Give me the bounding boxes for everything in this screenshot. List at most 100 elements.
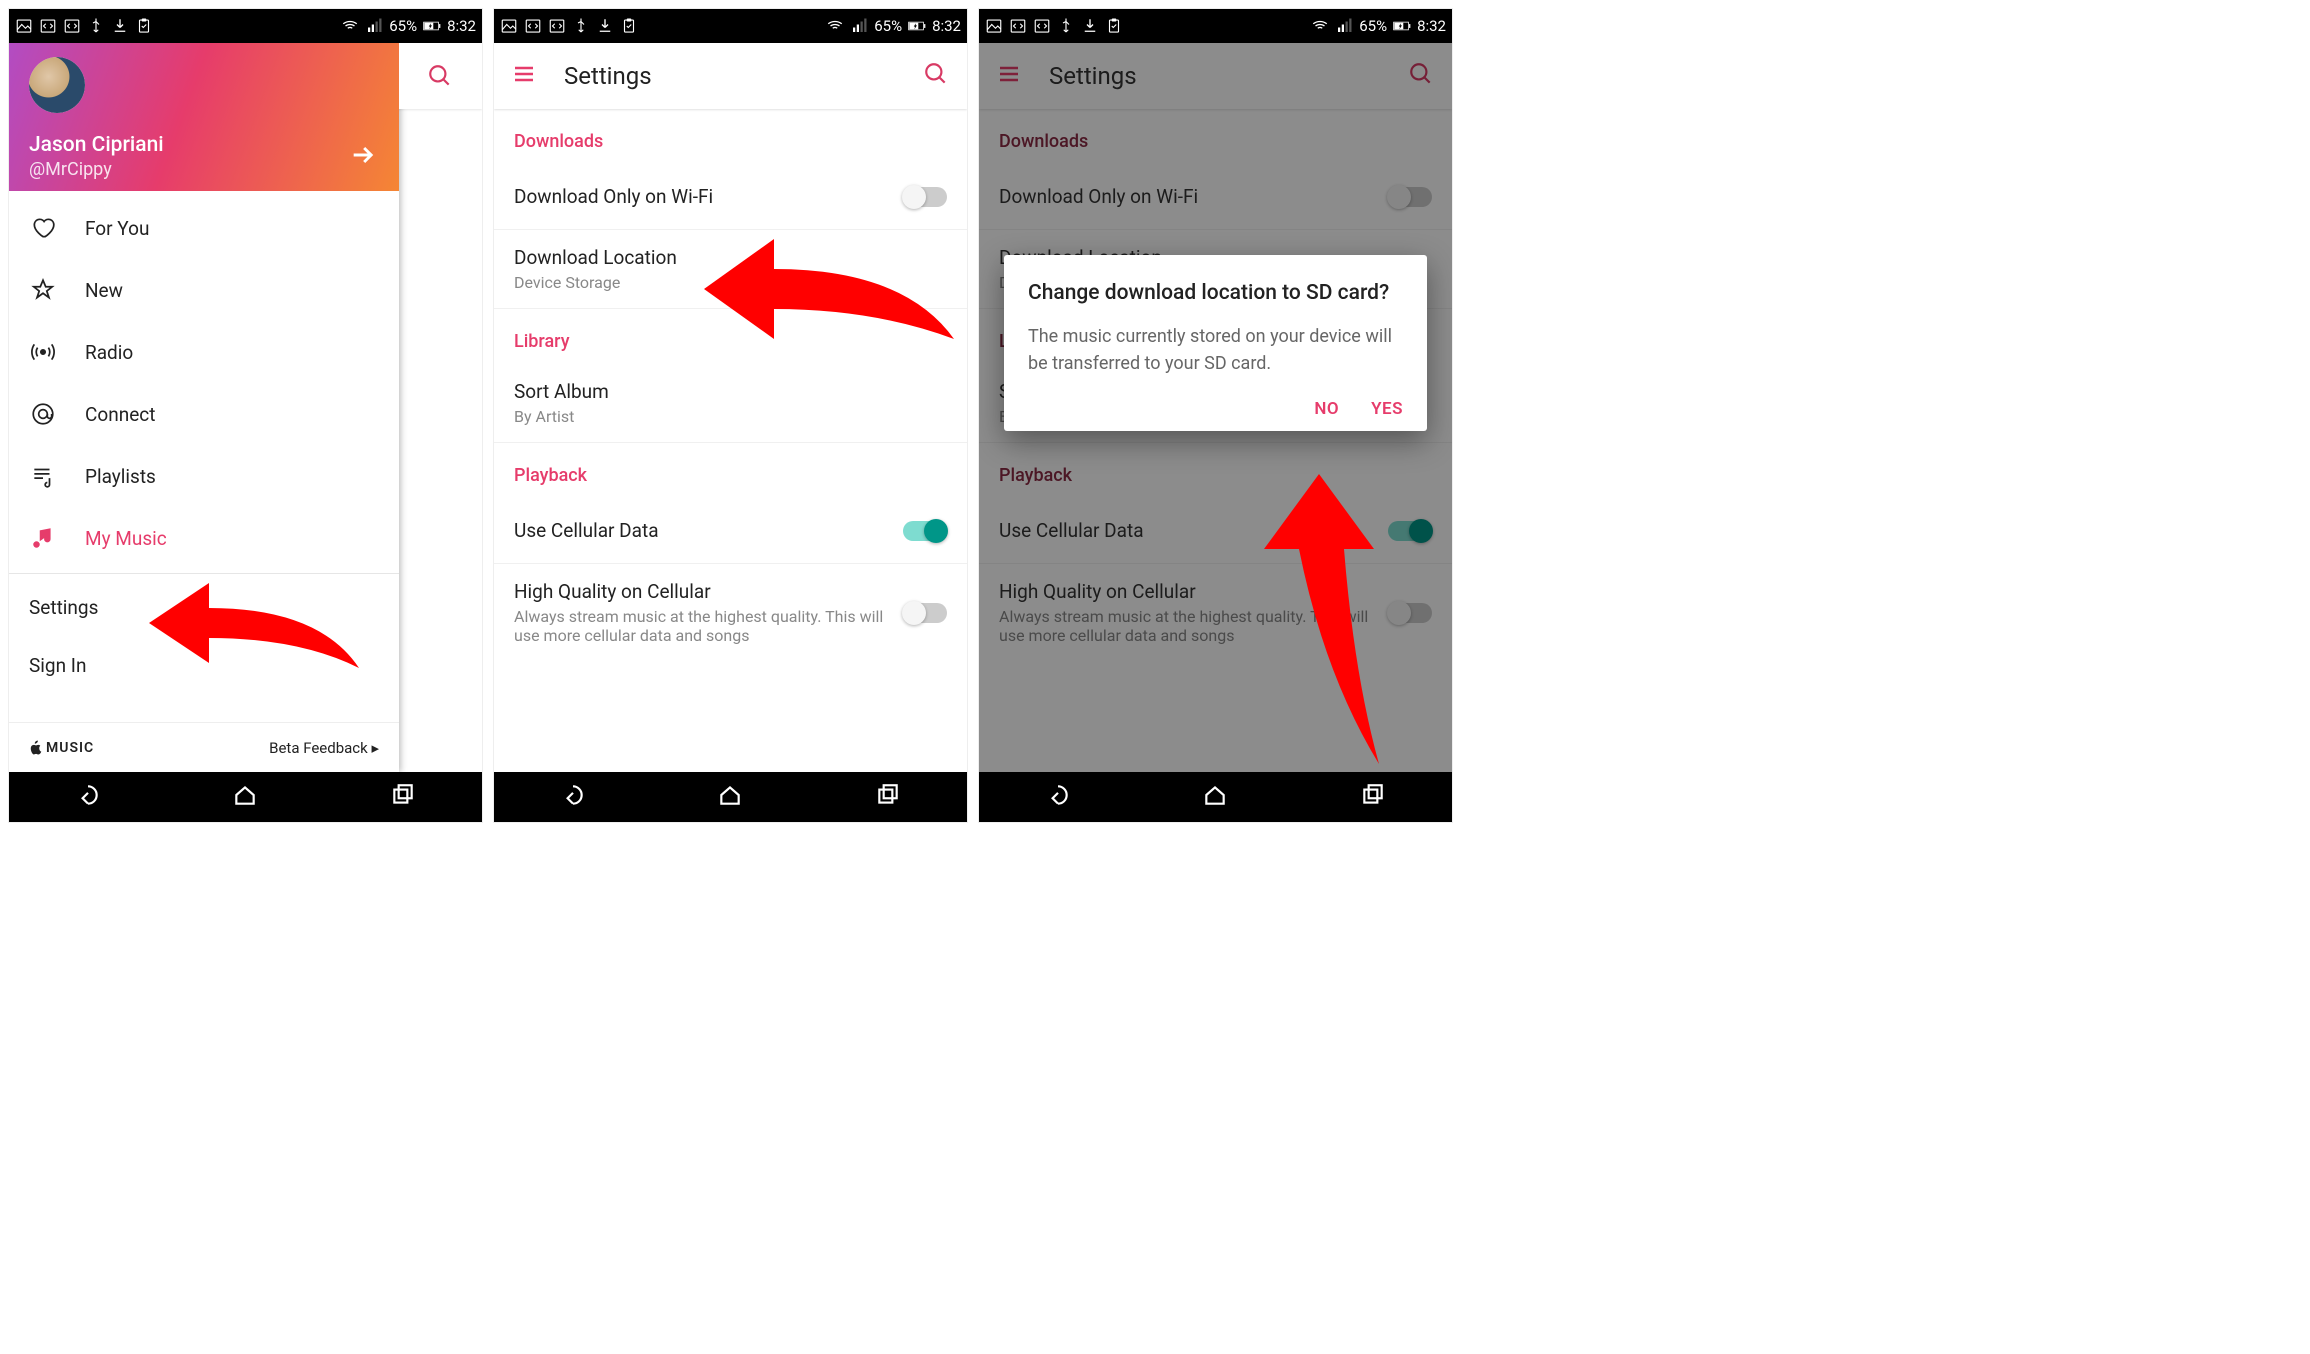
nav-item-my-music[interactable]: My Music [9,507,399,569]
radio-icon [29,338,57,366]
recents-button[interactable] [390,782,416,812]
code-notif-icon-2 [63,17,81,35]
recents-button[interactable] [1360,782,1386,812]
nav-item-for-you[interactable]: For You [9,197,399,259]
setting-title: Sort Album [514,380,947,403]
status-bar: 65% 8:32 [494,9,967,43]
setting-title: Download Only on Wi-Fi [514,185,903,208]
dialog-title: Change download location to SD card? [1028,279,1403,307]
setting-hq-cellular[interactable]: High Quality on Cellular Always stream m… [494,564,967,661]
back-button[interactable] [75,782,101,812]
wifi-icon [826,17,844,35]
nav-label: Connect [85,403,155,426]
section-header-playback: Playback [494,443,967,498]
profile-header[interactable]: Jason Cipriani @MrCippy [9,43,399,191]
nav-label: New [85,279,123,302]
setting-sort-album[interactable]: Sort Album By Artist [494,364,967,443]
nav-label: Settings [29,596,98,619]
download-notif-icon [111,17,129,35]
battery-icon [423,17,441,35]
battery-percent-text: 65% [389,17,417,35]
setting-download-location[interactable]: Download Location Device Storage [494,230,967,309]
profile-name: Jason Cipriani [29,133,379,157]
apple-music-brand: MUSIC [29,740,94,756]
status-bar: 65% 8:32 [979,9,1452,43]
soft-nav-bar [494,772,967,822]
nav-drawer: Jason Cipriani @MrCippy For You New Radi… [9,43,399,772]
setting-sub: By Artist [514,407,947,426]
home-button[interactable] [232,782,258,812]
setting-use-cellular[interactable]: Use Cellular Data [494,498,967,564]
music-note-icon [29,524,57,552]
nav-label: For You [85,217,149,240]
recents-button[interactable] [875,782,901,812]
code-notif-icon [39,17,57,35]
confirm-dialog: Change download location to SD card? The… [1004,255,1427,431]
drawer-footer: MUSIC Beta Feedback ▸ [9,722,399,772]
dialog-yes-button[interactable]: YES [1371,399,1403,419]
home-button[interactable] [1202,782,1228,812]
drawer-area: Jason Cipriani @MrCippy For You New Radi… [9,43,482,772]
wifi-icon [341,17,359,35]
toggle-switch[interactable] [903,187,947,207]
search-icon [427,63,453,89]
background-search[interactable] [397,43,482,109]
app-bar: Settings [494,43,967,109]
dialog-no-button[interactable]: NO [1314,399,1339,419]
nav-label: Radio [85,341,133,364]
code-notif-icon-2 [548,17,566,35]
setting-title: Download Location [514,246,947,269]
page-title: Settings [564,62,895,90]
nav-item-playlists[interactable]: Playlists [9,445,399,507]
nav-label: My Music [85,527,167,550]
setting-title: High Quality on Cellular [514,580,903,603]
code-notif-icon [524,17,542,35]
nav-item-radio[interactable]: Radio [9,321,399,383]
battery-icon [908,17,926,35]
usb-icon [572,17,590,35]
beta-feedback-link[interactable]: Beta Feedback ▸ [269,739,379,757]
toggle-switch[interactable] [903,603,947,623]
nav-label: Playlists [85,465,156,488]
screenshot-panel-2: 65% 8:32 Settings Downloads Download Onl… [493,8,968,823]
download-notif-icon [596,17,614,35]
brand-text: MUSIC [46,740,94,756]
hamburger-menu-button[interactable] [512,62,536,90]
section-header-library: Library [494,309,967,364]
image-notif-icon [500,17,518,35]
setting-download-wifi-only[interactable]: Download Only on Wi-Fi [494,164,967,230]
status-time: 8:32 [1417,17,1446,35]
search-button[interactable] [923,61,949,91]
back-button[interactable] [560,782,586,812]
status-time: 8:32 [447,17,476,35]
home-button[interactable] [717,782,743,812]
star-icon [29,276,57,304]
image-notif-icon [985,17,1003,35]
setting-sub: Device Storage [514,273,947,292]
signal-icon [850,17,868,35]
battery-icon [1393,17,1411,35]
signal-icon [1335,17,1353,35]
battery-percent-text: 65% [1359,17,1387,35]
settings-list[interactable]: Downloads Download Only on Wi-Fi Downloa… [494,109,967,772]
toggle-switch[interactable] [903,521,947,541]
setting-title: Use Cellular Data [514,519,903,542]
nav-item-connect[interactable]: Connect [9,383,399,445]
usb-icon [1057,17,1075,35]
status-time: 8:32 [932,17,961,35]
clipboard-notif-icon [1105,17,1123,35]
nav-item-settings[interactable]: Settings [9,578,399,636]
profile-arrow-icon [349,141,377,173]
section-header-downloads: Downloads [494,109,967,164]
dialog-body: The music currently stored on your devic… [1028,323,1403,377]
nav-label: Sign In [29,654,86,677]
dialog-actions: NO YES [1028,399,1403,419]
image-notif-icon [15,17,33,35]
nav-item-sign-in[interactable]: Sign In [9,636,399,694]
heart-icon [29,214,57,242]
battery-percent-text: 65% [874,17,902,35]
profile-handle: @MrCippy [29,159,379,180]
download-notif-icon [1081,17,1099,35]
nav-item-new[interactable]: New [9,259,399,321]
back-button[interactable] [1045,782,1071,812]
